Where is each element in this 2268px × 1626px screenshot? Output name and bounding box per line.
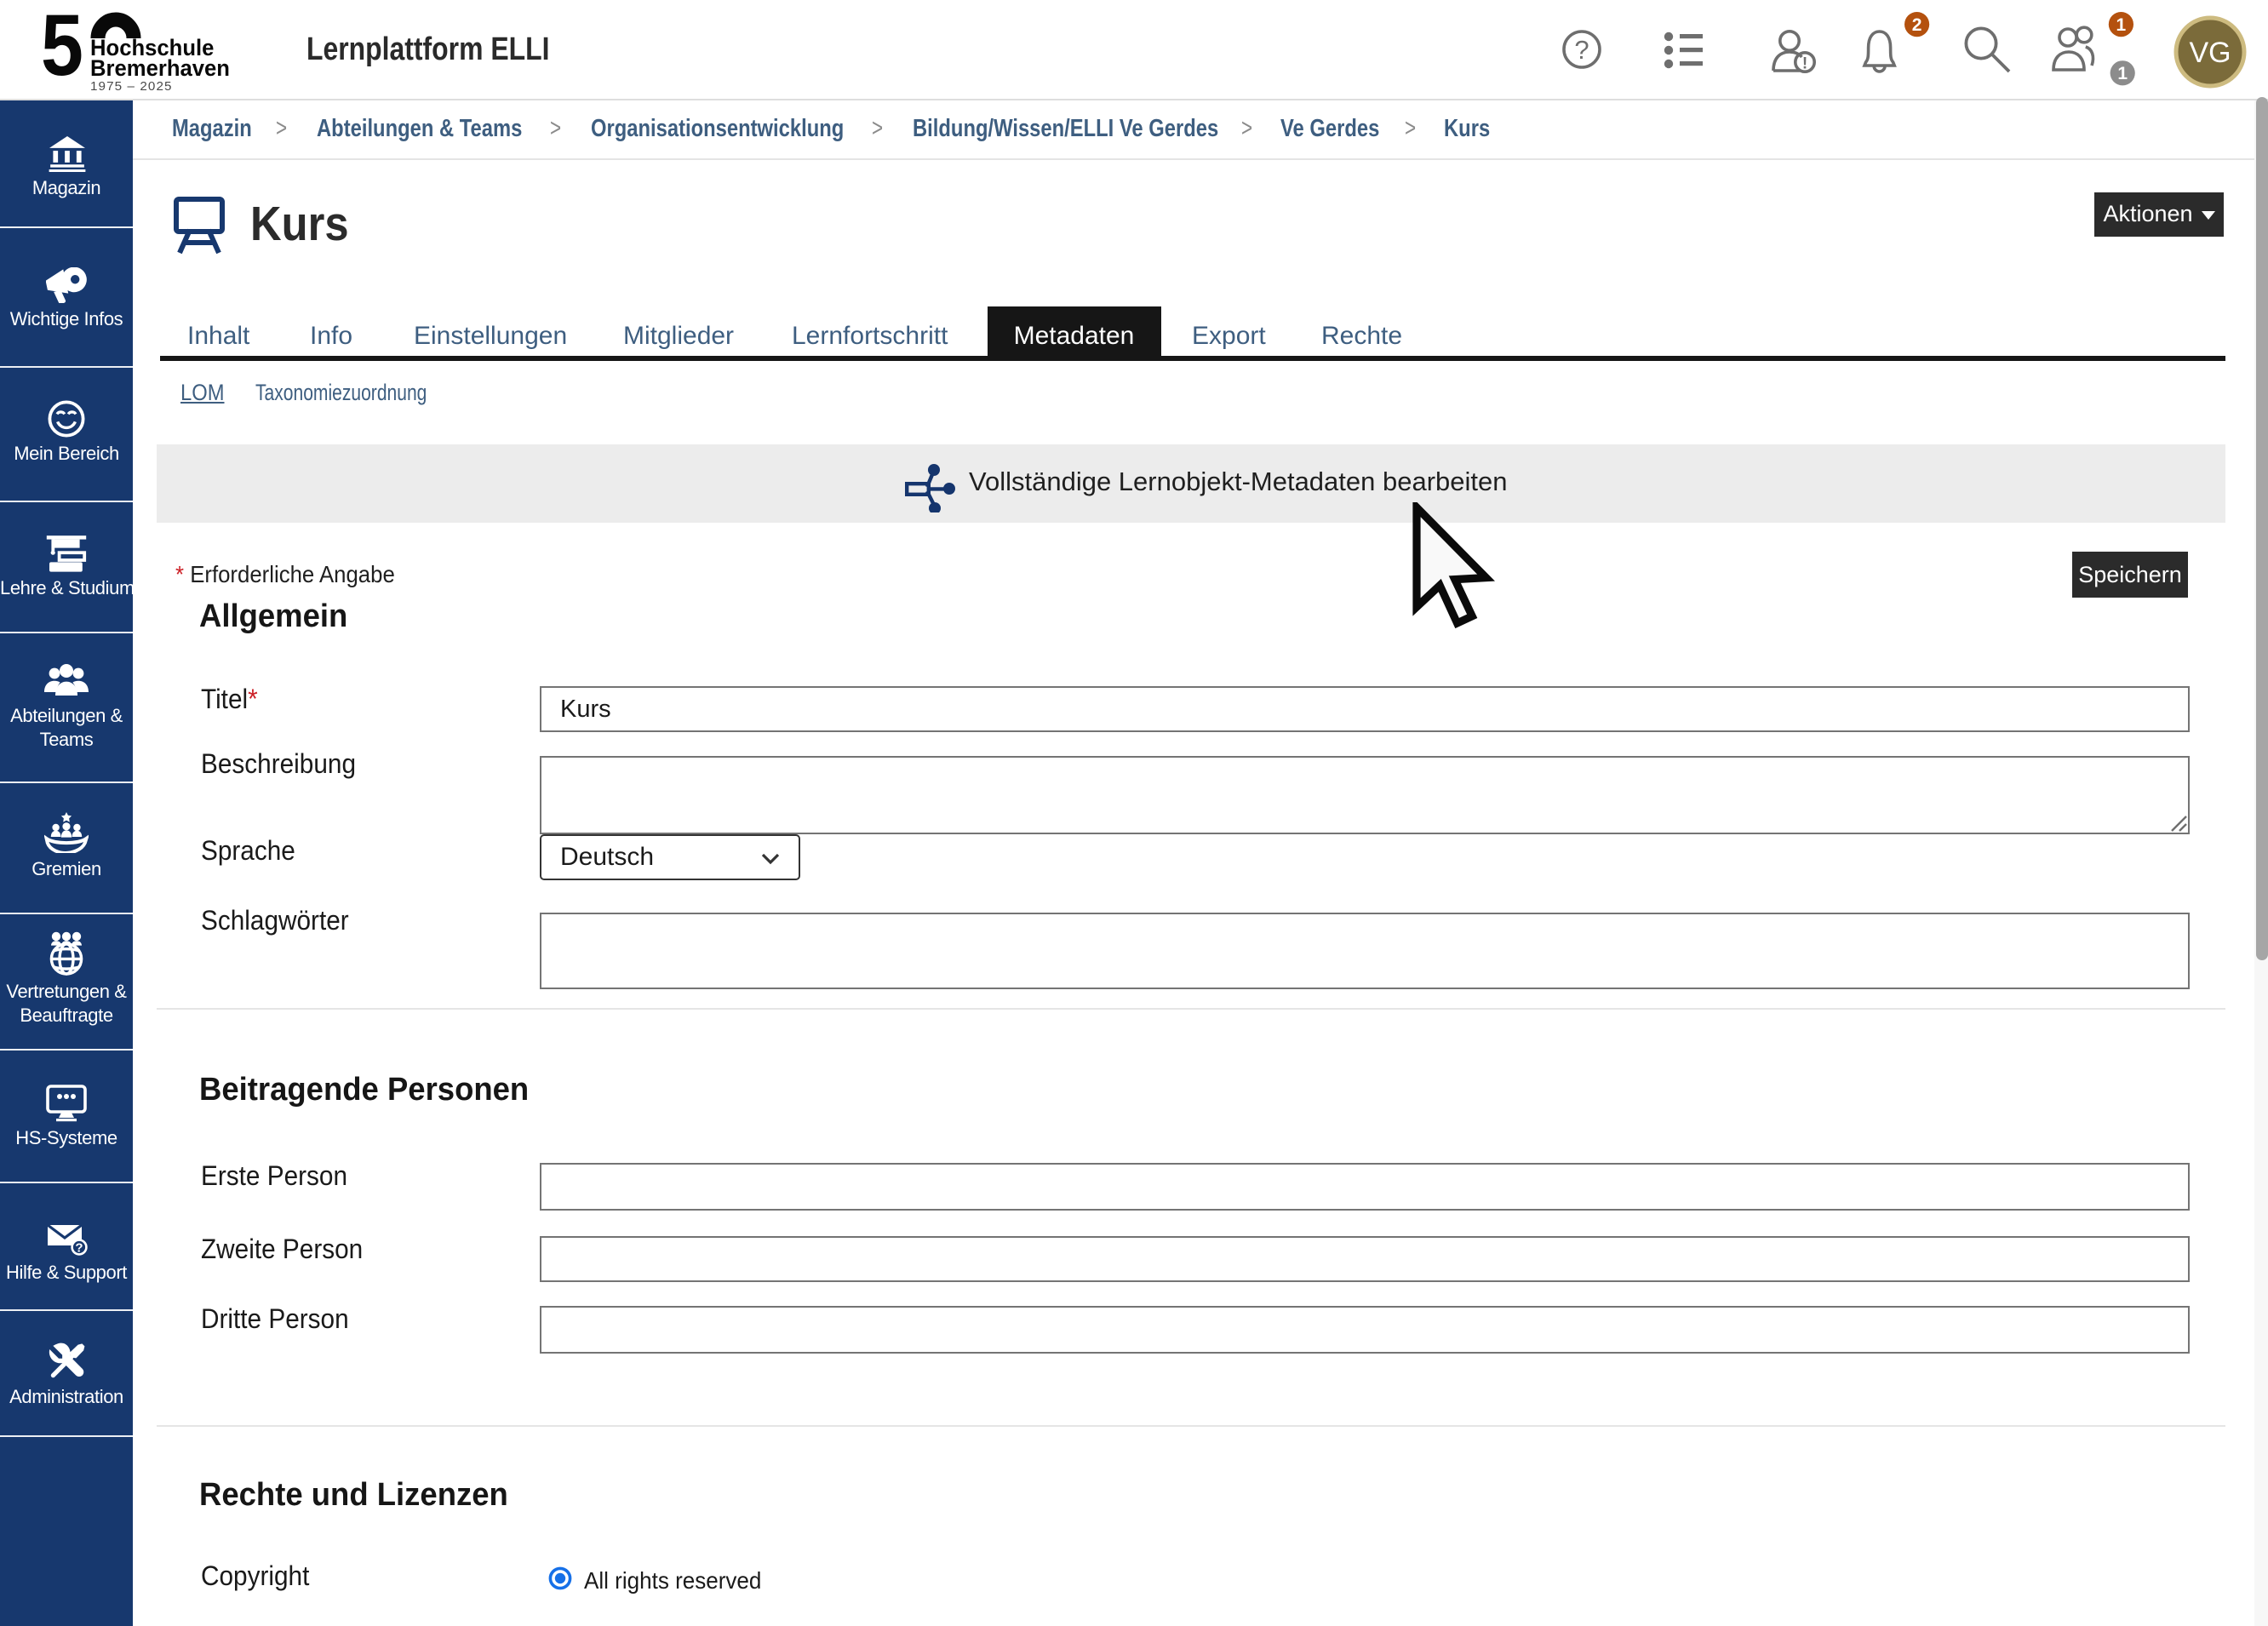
svg-text:1: 1: [2117, 64, 2128, 83]
svg-text:!: !: [1802, 54, 1807, 72]
svg-text:1975 – 2025: 1975 – 2025: [90, 79, 173, 94]
svg-text:?: ?: [74, 1241, 82, 1256]
svg-text:VG: VG: [2189, 37, 2231, 69]
svg-text:2: 2: [1912, 15, 1922, 35]
svg-text:1: 1: [2116, 15, 2127, 35]
svg-text:5: 5: [43, 10, 83, 94]
svg-text:?: ?: [1574, 35, 1589, 65]
svg-text:Bremerhaven: Bremerhaven: [90, 54, 230, 81]
